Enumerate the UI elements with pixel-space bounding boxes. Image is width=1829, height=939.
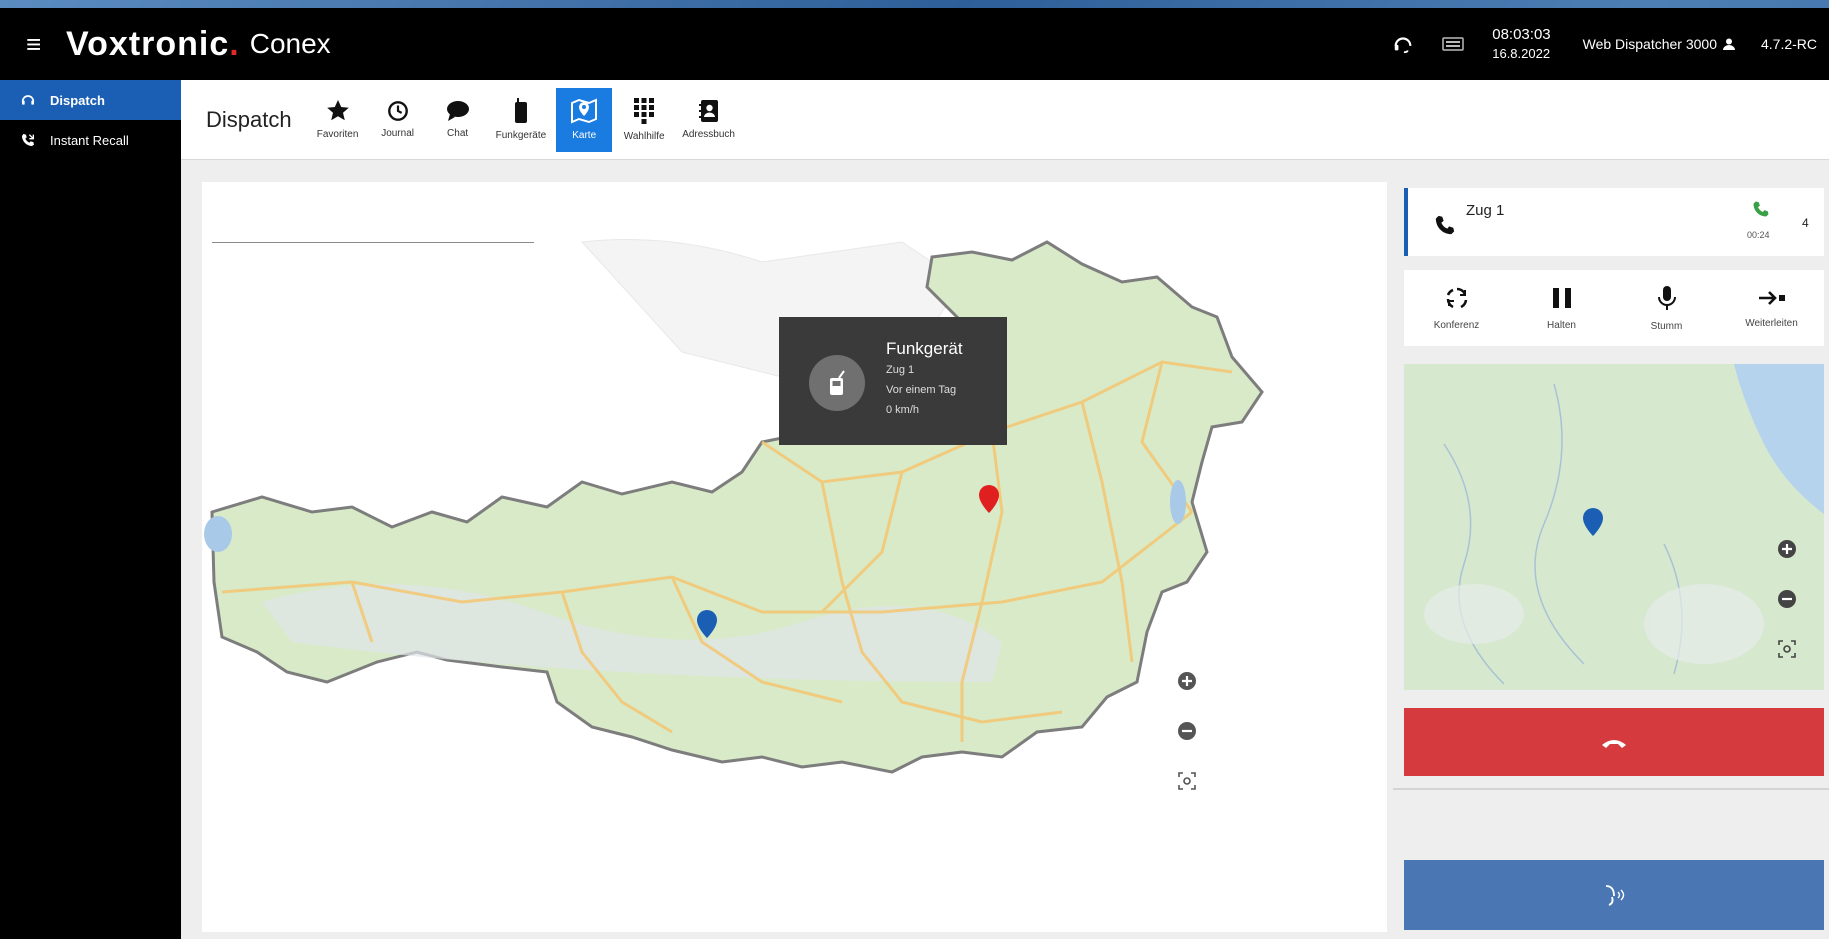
map-search-underline [212, 242, 534, 243]
mini-map-zoom-controls [1776, 538, 1798, 660]
mini-map[interactable] [1404, 364, 1824, 690]
call-active-phone-icon [1753, 201, 1769, 217]
mini-zoom-out-icon[interactable] [1776, 588, 1798, 610]
map-panel[interactable]: Funkgerät Zug 1 Vor einem Tag 0 km/h [202, 182, 1387, 932]
top-bar: ≡ Voxtronic. Conex 08:03:03 16.8.2022 We… [0, 8, 1829, 80]
headset-speak-icon [1605, 885, 1625, 906]
mini-zoom-in-icon[interactable] [1776, 538, 1798, 560]
toolbar-chat-button[interactable]: Chat [430, 88, 486, 152]
call-actions: Konferenz Halten Stumm Weiterleiten [1404, 270, 1824, 346]
headset-status-icon[interactable] [1392, 33, 1414, 55]
current-date: 16.8.2022 [1492, 46, 1551, 61]
phone-recall-icon [22, 134, 34, 146]
toolbar-favoriten-button[interactable]: Favoriten [310, 88, 366, 152]
hamburger-menu-icon[interactable]: ≡ [26, 31, 48, 57]
version-label: 4.7.2-RC [1761, 36, 1818, 52]
recenter-icon[interactable] [1176, 770, 1198, 792]
sidebar-item-instant-recall[interactable]: Instant Recall [0, 120, 181, 160]
map-zoom-controls [1176, 670, 1198, 792]
current-time: 08:03:03 [1492, 26, 1551, 43]
address-book-icon [698, 100, 718, 122]
content-area: Funkgerät Zug 1 Vor einem Tag 0 km/h Zug… [181, 160, 1829, 939]
sidebar-item-label: Dispatch [50, 92, 105, 108]
popup-device-name: Zug 1 [886, 364, 915, 376]
hangup-icon [1602, 740, 1626, 748]
call-name: Zug 1 [1466, 202, 1505, 219]
zoom-out-icon[interactable] [1176, 720, 1198, 742]
headset-call-button[interactable] [1404, 860, 1824, 930]
toolbar-karte-button[interactable]: Karte [556, 87, 613, 152]
austria-map[interactable] [202, 182, 1387, 932]
header-status: 08:03:03 16.8.2022 Web Dispatcher 3000 4… [1392, 8, 1829, 80]
user-icon [1723, 38, 1735, 50]
toolbar-adressbuch-button[interactable]: Adressbuch [676, 88, 741, 152]
hold-button[interactable]: Halten [1517, 286, 1607, 331]
brand-subtitle: Conex [249, 28, 331, 59]
app-window: ≡ Voxtronic. Conex 08:03:03 16.8.2022 We… [0, 8, 1829, 939]
user-info[interactable]: Web Dispatcher 3000 [1583, 36, 1735, 52]
conference-icon [1446, 287, 1467, 308]
forward-button[interactable]: Weiterleiten [1727, 288, 1817, 329]
call-duration: 00:24 [1747, 230, 1770, 240]
microphone-icon [1657, 285, 1676, 310]
divider [1393, 788, 1829, 790]
chat-icon [446, 101, 469, 121]
toolbar-wahlhilfe-button[interactable]: Wahlhilfe [616, 88, 672, 152]
phone-icon [1435, 215, 1455, 235]
map-search-input[interactable] [212, 212, 534, 240]
popup-last-seen: Vor einem Tag [886, 384, 957, 396]
toolbar-journal-button[interactable]: Journal [370, 88, 426, 152]
zoom-in-icon[interactable] [1176, 670, 1198, 692]
pause-icon [1552, 287, 1571, 308]
map-icon [571, 98, 598, 124]
sidebar-item-dispatch[interactable]: Dispatch [0, 80, 181, 120]
device-info-popup[interactable]: Funkgerät Zug 1 Vor einem Tag 0 km/h [779, 317, 1007, 445]
sidebar-item-label: Instant Recall [50, 132, 129, 148]
user-name: Web Dispatcher 3000 [1582, 36, 1717, 52]
clock: 08:03:03 16.8.2022 [1492, 25, 1550, 63]
toolbar-funkgeraete-button[interactable]: Funkgeräte [490, 88, 553, 152]
active-call-card[interactable]: Zug 1 00:24 4 [1404, 188, 1824, 256]
headset-icon [21, 95, 35, 105]
keyboard-icon[interactable] [1442, 36, 1464, 52]
mini-recenter-icon[interactable] [1776, 638, 1798, 660]
popup-speed: 0 km/h [886, 404, 920, 416]
call-count: 4 [1802, 216, 1809, 230]
radio-device-avatar-icon [809, 355, 865, 411]
toolbar: Dispatch Favoriten Journal Chat Funkgerä… [181, 80, 1829, 160]
popup-title: Funkgerät [886, 339, 963, 358]
dialpad-icon [634, 98, 655, 124]
radio-device-icon [514, 98, 527, 123]
forward-icon [1758, 290, 1785, 305]
sidebar: Dispatch Instant Recall [0, 80, 181, 939]
hangup-button[interactable] [1404, 708, 1824, 776]
brand-logo: Voxtronic. [66, 24, 240, 63]
conference-button[interactable]: Konferenz [1412, 286, 1502, 331]
star-icon [326, 100, 349, 121]
mute-button[interactable]: Stumm [1622, 285, 1712, 332]
page-title: Dispatch [206, 106, 292, 132]
clock-icon [387, 101, 408, 121]
